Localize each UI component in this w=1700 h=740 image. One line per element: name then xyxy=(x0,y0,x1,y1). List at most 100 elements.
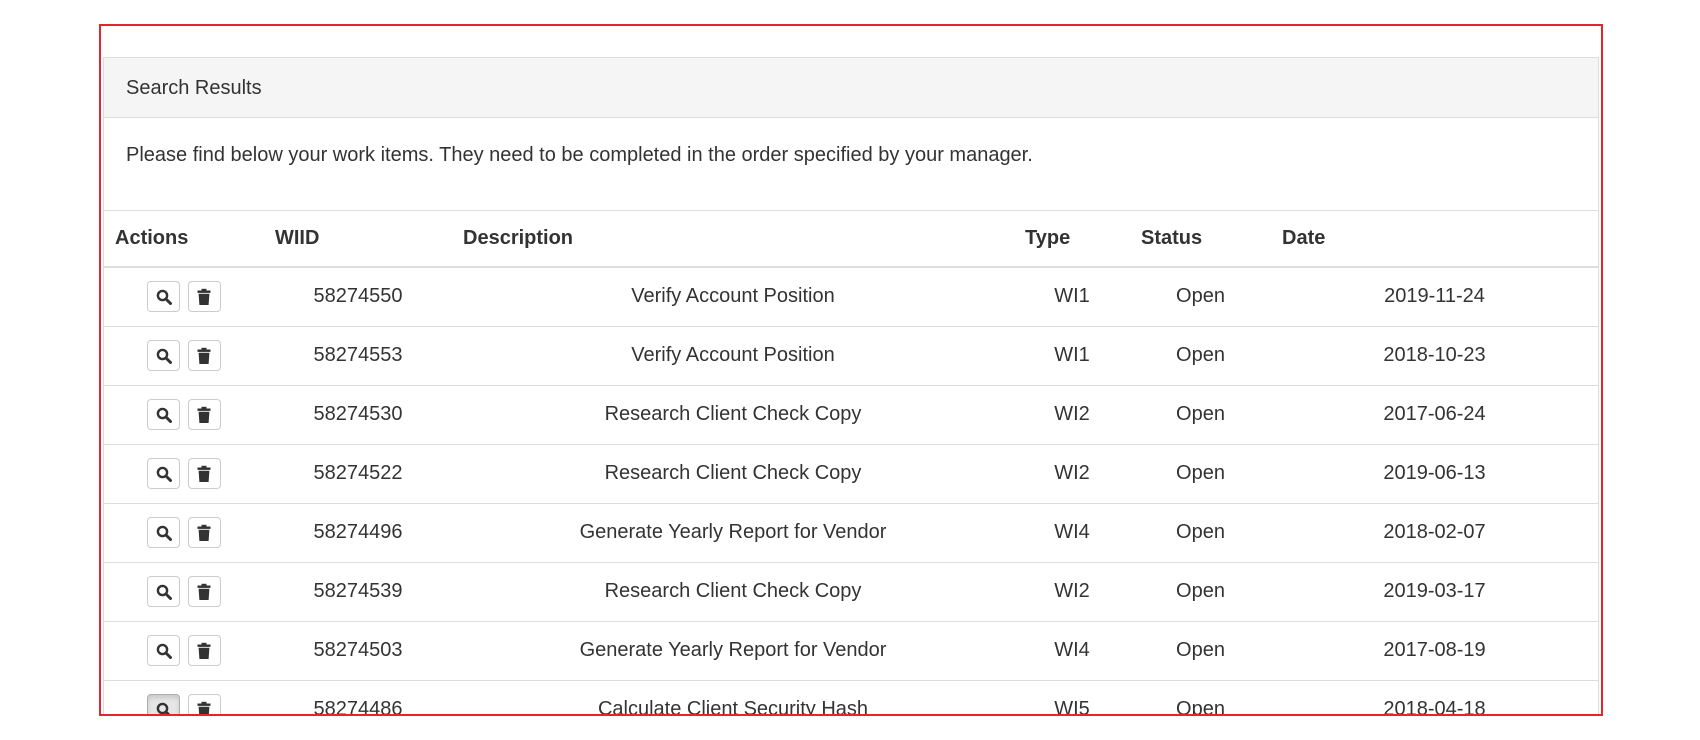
row-actions xyxy=(104,267,264,327)
table-body: 58274550 Verify Account Position WI1 Ope… xyxy=(104,267,1598,714)
work-items-table: Actions WIID Description Type Status Dat… xyxy=(104,211,1598,714)
cell-type: WI1 xyxy=(1014,267,1130,327)
cell-type: WI2 xyxy=(1014,385,1130,445)
cell-status: Open xyxy=(1130,680,1271,714)
search-icon xyxy=(156,525,172,541)
column-header-status[interactable]: Status xyxy=(1130,211,1271,268)
cell-status: Open xyxy=(1130,621,1271,681)
trash-icon xyxy=(197,347,211,364)
cell-date: 2018-04-18 xyxy=(1271,680,1598,714)
cell-description: Calculate Client Security Hash xyxy=(452,680,1014,714)
row-actions xyxy=(104,562,264,622)
search-icon xyxy=(156,348,172,364)
search-icon xyxy=(156,702,171,714)
row-actions xyxy=(104,503,264,563)
search-icon xyxy=(156,584,172,600)
search-icon xyxy=(156,643,172,659)
view-button[interactable] xyxy=(147,281,181,313)
column-header-type[interactable]: Type xyxy=(1014,211,1130,268)
panel-heading: Search Results xyxy=(104,58,1598,118)
view-button[interactable] xyxy=(147,517,181,548)
table-row: 58274522 Research Client Check Copy WI2 … xyxy=(104,444,1598,504)
view-button[interactable] xyxy=(147,635,181,666)
delete-button[interactable] xyxy=(187,340,221,371)
cell-status: Open xyxy=(1130,326,1271,386)
cell-status: Open xyxy=(1130,562,1271,622)
cell-date: 2018-10-23 xyxy=(1271,326,1598,386)
cell-description: Generate Yearly Report for Vendor xyxy=(452,503,1014,563)
view-button[interactable] xyxy=(147,576,181,607)
delete-button[interactable] xyxy=(187,399,221,430)
search-results-panel: Search Results Please find below your wo… xyxy=(103,57,1599,714)
trash-icon xyxy=(197,406,211,423)
trash-icon xyxy=(197,701,211,714)
delete-button[interactable] xyxy=(187,576,221,607)
table-row: 58274530 Research Client Check Copy WI2 … xyxy=(104,385,1598,445)
table-row: 58274553 Verify Account Position WI1 Ope… xyxy=(104,326,1598,386)
cell-wiid: 58274486 xyxy=(264,680,452,714)
trash-icon xyxy=(197,465,211,482)
panel-intro-text: Please find below your work items. They … xyxy=(104,118,1598,211)
table-header-row: Actions WIID Description Type Status Dat… xyxy=(104,211,1598,268)
cell-wiid: 58274496 xyxy=(264,503,452,563)
cell-date: 2018-02-07 xyxy=(1271,503,1598,563)
delete-button[interactable] xyxy=(187,517,221,548)
column-header-date[interactable]: Date xyxy=(1271,211,1598,268)
column-header-description[interactable]: Description xyxy=(452,211,1014,268)
row-actions xyxy=(104,621,264,681)
highlight-frame: Search Results Please find below your wo… xyxy=(99,24,1603,716)
cell-date: 2019-11-24 xyxy=(1271,267,1598,327)
column-header-wiid[interactable]: WIID xyxy=(264,211,452,268)
trash-icon xyxy=(197,642,211,659)
table-row: 58274496 Generate Yearly Report for Vend… xyxy=(104,503,1598,563)
trash-icon xyxy=(197,583,211,600)
column-header-actions: Actions xyxy=(104,211,264,268)
search-icon xyxy=(156,466,172,482)
cell-description: Verify Account Position xyxy=(452,267,1014,327)
trash-icon xyxy=(197,524,211,541)
cell-type: WI5 xyxy=(1014,680,1130,714)
row-actions xyxy=(104,444,264,504)
cell-date: 2019-03-17 xyxy=(1271,562,1598,622)
cell-description: Generate Yearly Report for Vendor xyxy=(452,621,1014,681)
trash-icon xyxy=(197,288,211,305)
cell-type: WI4 xyxy=(1014,503,1130,563)
table-row: 58274503 Generate Yearly Report for Vend… xyxy=(104,621,1598,681)
cell-wiid: 58274522 xyxy=(264,444,452,504)
cell-date: 2019-06-13 xyxy=(1271,444,1598,504)
cell-date: 2017-08-19 xyxy=(1271,621,1598,681)
search-icon xyxy=(156,407,172,423)
cell-description: Research Client Check Copy xyxy=(452,385,1014,445)
cell-type: WI2 xyxy=(1014,562,1130,622)
view-button[interactable] xyxy=(147,458,181,489)
view-button[interactable] xyxy=(147,694,181,714)
cell-description: Verify Account Position xyxy=(452,326,1014,386)
cell-type: WI2 xyxy=(1014,444,1130,504)
cell-wiid: 58274553 xyxy=(264,326,452,386)
table-row: 58274486 Calculate Client Security Hash … xyxy=(104,680,1598,714)
cell-status: Open xyxy=(1130,267,1271,327)
delete-button[interactable] xyxy=(187,635,221,666)
delete-button[interactable] xyxy=(187,458,221,489)
cell-status: Open xyxy=(1130,503,1271,563)
cell-wiid: 58274503 xyxy=(264,621,452,681)
cell-description: Research Client Check Copy xyxy=(452,444,1014,504)
table-row: 58274550 Verify Account Position WI1 Ope… xyxy=(104,267,1598,327)
row-actions xyxy=(104,680,264,714)
search-icon xyxy=(156,289,172,305)
row-actions xyxy=(104,326,264,386)
cell-wiid: 58274539 xyxy=(264,562,452,622)
cell-date: 2017-06-24 xyxy=(1271,385,1598,445)
table-row: 58274539 Research Client Check Copy WI2 … xyxy=(104,562,1598,622)
row-actions xyxy=(104,385,264,445)
delete-button[interactable] xyxy=(187,281,221,313)
delete-button[interactable] xyxy=(187,694,221,714)
view-button[interactable] xyxy=(147,340,181,371)
cell-wiid: 58274550 xyxy=(264,267,452,327)
cell-status: Open xyxy=(1130,385,1271,445)
cell-type: WI4 xyxy=(1014,621,1130,681)
cell-status: Open xyxy=(1130,444,1271,504)
cell-description: Research Client Check Copy xyxy=(452,562,1014,622)
view-button[interactable] xyxy=(147,399,181,430)
cell-type: WI1 xyxy=(1014,326,1130,386)
